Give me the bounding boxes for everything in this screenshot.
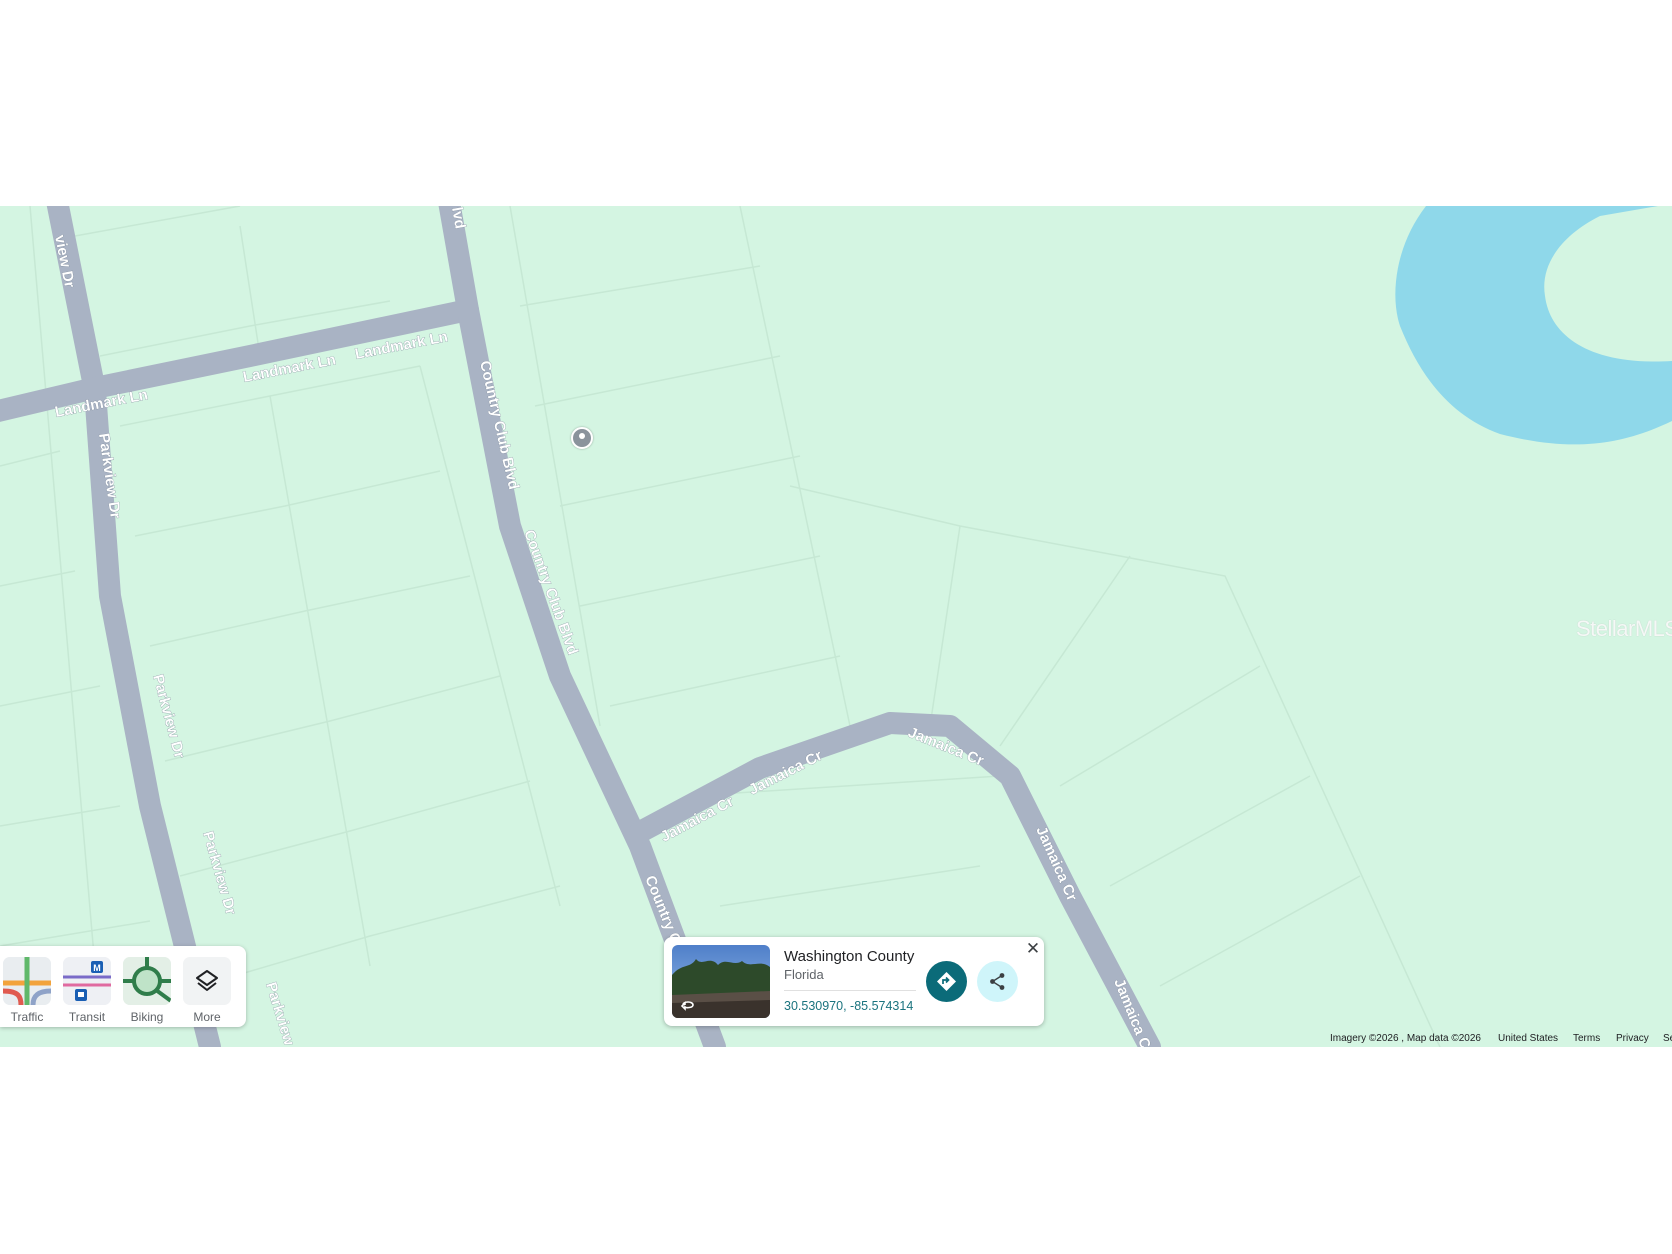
privacy-link[interactable]: Privacy	[1616, 1033, 1649, 1045]
place-card: Washington County Florida 30.530970, -85…	[664, 937, 1044, 1026]
layer-biking-label: Biking	[130, 1010, 164, 1024]
road-parkview-dr	[46, 206, 221, 1047]
directions-icon	[937, 972, 956, 991]
road-landmark-ln	[0, 299, 479, 422]
label-parkview-dr-3: Parkview Dr	[199, 829, 239, 916]
map-pin-icon[interactable]	[571, 427, 593, 449]
roads	[0, 206, 1161, 1047]
share-icon	[990, 973, 1005, 990]
layer-transit-label: Transit	[68, 1010, 106, 1024]
layer-transit-button[interactable]: M Transit	[62, 957, 112, 1024]
parcel-lines	[0, 206, 1441, 1047]
place-photo[interactable]	[672, 945, 770, 1018]
share-button[interactable]	[977, 961, 1018, 1002]
biking-layer-icon	[123, 957, 171, 1005]
layers-icon	[183, 957, 231, 1005]
card-divider	[784, 990, 916, 991]
layer-biking-button[interactable]: Biking	[122, 957, 172, 1024]
send-feedback-link[interactable]: Se	[1663, 1033, 1672, 1045]
terms-link[interactable]: Terms	[1573, 1033, 1600, 1045]
map-attribution: Imagery ©2026 , Map data ©2026	[1330, 1033, 1481, 1044]
svg-text:M: M	[93, 963, 101, 973]
layers-panel: Traffic M Transit Biking More	[0, 946, 246, 1027]
traffic-layer-icon	[3, 957, 51, 1005]
transit-layer-icon: M	[63, 957, 111, 1005]
label-jamaica-cr-bottom: Jamaica C	[1110, 976, 1154, 1047]
place-subtitle: Florida	[784, 967, 824, 982]
map-canvas[interactable]: view Dr Landmark Ln Landmark Ln Landmark…	[0, 206, 1672, 1047]
watermark: StellarMLS	[1576, 616, 1672, 641]
place-title: Washington County	[784, 948, 915, 965]
place-coordinates[interactable]: 30.530970, -85.574314	[784, 999, 913, 1013]
layer-more-label: More	[193, 1010, 221, 1024]
close-icon[interactable]: ✕	[1025, 940, 1041, 957]
layer-traffic-button[interactable]: Traffic	[2, 957, 52, 1024]
street-view-icon	[680, 1001, 694, 1011]
directions-button[interactable]	[926, 961, 967, 1002]
label-parkview-dr-2: Parkview Dr	[149, 673, 188, 761]
layer-more-button[interactable]: More	[182, 957, 232, 1024]
layer-traffic-label: Traffic	[10, 1010, 44, 1024]
region-link[interactable]: United States	[1498, 1033, 1558, 1045]
map-base: view Dr Landmark Ln Landmark Ln Landmark…	[0, 206, 1672, 1047]
label-parkview-dr-bottom: Parkview	[262, 980, 297, 1047]
water-body	[1395, 206, 1672, 445]
